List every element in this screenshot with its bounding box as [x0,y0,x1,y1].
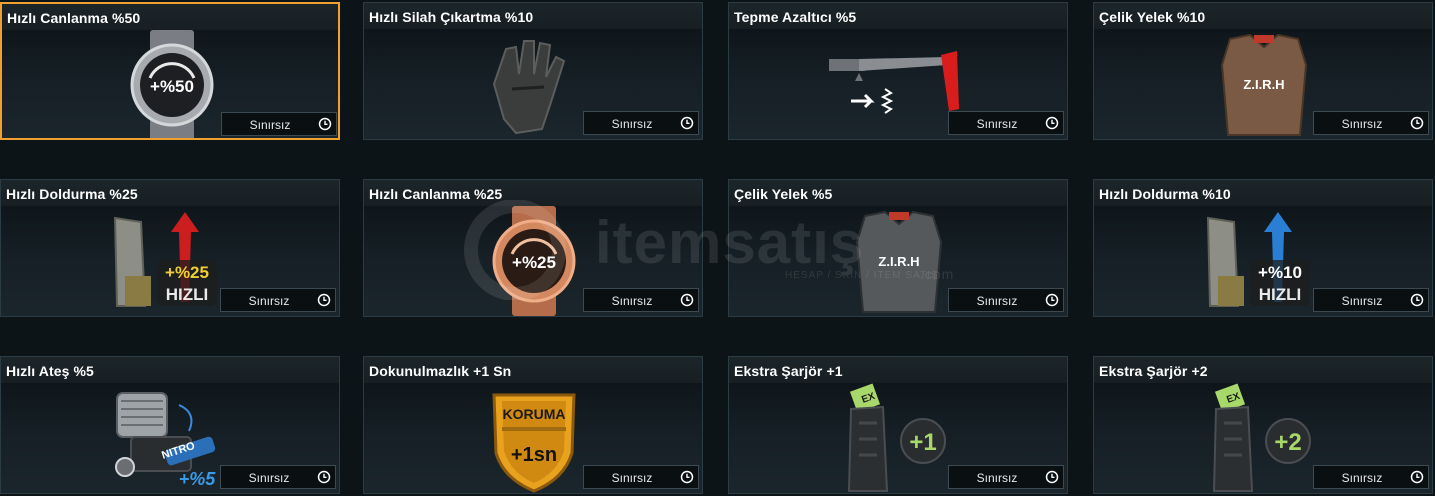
clock-icon [1410,293,1424,307]
clock-icon [317,293,331,307]
item-card[interactable]: Ekstra Şarjör +2 EX +2 Sınırsız [1093,356,1433,494]
duration-label: Sınırsız [976,117,1018,131]
engine-label: +%5 [179,469,217,489]
duration-label: Sınırsız [1341,471,1383,485]
clock-icon [317,470,331,484]
duration-badge: Sınırsız [948,288,1064,312]
item-title: Çelik Yelek %10 [1099,9,1206,25]
duration-badge: Sınırsız [1313,465,1429,489]
item-title: Hızlı Silah Çıkartma %10 [369,9,534,25]
card-header: Dokunulmazlık +1 Sn [364,357,702,383]
item-title: Hızlı Canlanma %25 [369,186,503,202]
card-header: Hızlı Canlanma %25 [364,180,702,206]
duration-badge: Sınırsız [1313,111,1429,135]
item-title: Çelik Yelek %5 [734,186,833,202]
duration-label: Sınırsız [611,471,653,485]
magazine-label: +1 [909,429,936,456]
boost-sublabel: HIZLI [166,285,209,304]
duration-badge: Sınırsız [1313,288,1429,312]
item-card[interactable]: Tepme Azaltıcı %5 Sınırsız [728,2,1068,140]
shield-sublabel: +1sn [511,444,557,466]
duration-label: Sınırsız [976,294,1018,308]
card-header: Ekstra Şarjör +1 [729,357,1067,383]
card-header: Çelik Yelek %5 [729,180,1067,206]
duration-badge: Sınırsız [948,465,1064,489]
watch-label: +%50 [150,77,194,96]
duration-badge: Sınırsız [948,111,1064,135]
boost-sublabel: HIZLI [1259,285,1302,304]
duration-label: Sınırsız [976,471,1018,485]
item-card[interactable]: Hızlı Ateş %5 NITRO +%5 Sınırsız [0,356,340,494]
vest-label: Z.I.R.H [878,254,919,269]
clock-icon [1045,470,1059,484]
clock-icon [318,117,332,131]
item-card[interactable]: Dokunulmazlık +1 Sn KORUMA +1sn Sınırsız [363,356,703,494]
clock-icon [1410,116,1424,130]
card-header: Hızlı Silah Çıkartma %10 [364,3,702,29]
duration-badge: Sınırsız [220,465,336,489]
item-title: Hızlı Canlanma %50 [7,10,141,26]
item-card[interactable]: Ekstra Şarjör +1 EX +1 Sınırsız [728,356,1068,494]
item-card[interactable]: Çelik Yelek %10 Z.I.R.H Sınırsız [1093,2,1433,140]
item-title: Hızlı Doldurma %25 [6,186,138,202]
card-header: Tepme Azaltıcı %5 [729,3,1067,29]
item-card[interactable]: Hızlı Doldurma %10 +%10 HIZLI Sınırsız [1093,179,1433,317]
card-header: Hızlı Doldurma %25 [1,180,339,206]
item-card[interactable]: Hızlı Doldurma %25 +%25 HIZLI Sınırsız [0,179,340,317]
item-title: Ekstra Şarjör +2 [1099,363,1208,379]
card-header: Hızlı Canlanma %50 [2,4,338,30]
clock-icon [680,470,694,484]
item-card[interactable]: Hızlı Silah Çıkartma %10 Sınırsız [363,2,703,140]
duration-label: Sınırsız [248,294,290,308]
duration-badge: Sınırsız [583,288,699,312]
clock-icon [1045,116,1059,130]
item-card[interactable]: Hızlı Canlanma %50 +%50 Sınırsız [0,2,340,140]
item-title: Ekstra Şarjör +1 [734,363,843,379]
duration-badge: Sınırsız [583,111,699,135]
watch-label: +%25 [512,253,556,272]
duration-badge: Sınırsız [583,465,699,489]
item-title: Hızlı Ateş %5 [6,363,94,379]
shield-label: KORUMA [503,406,566,422]
duration-badge: Sınırsız [220,288,336,312]
clock-icon [680,116,694,130]
duration-badge: Sınırsız [221,112,337,136]
duration-label: Sınırsız [611,294,653,308]
card-header: Hızlı Ateş %5 [1,357,339,383]
item-title: Dokunulmazlık +1 Sn [369,363,512,379]
duration-label: Sınırsız [248,471,290,485]
item-title: Tepme Azaltıcı %5 [734,9,857,25]
item-title: Hızlı Doldurma %10 [1099,186,1231,202]
item-card[interactable]: Hızlı Canlanma %25 +%25 Sınırsız [363,179,703,317]
duration-label: Sınırsız [1341,294,1383,308]
card-header: Çelik Yelek %10 [1094,3,1432,29]
duration-label: Sınırsız [1341,117,1383,131]
magazine-label: +2 [1274,429,1301,456]
clock-icon [1045,293,1059,307]
boost-label: +%25 [165,263,209,282]
card-header: Hızlı Doldurma %10 [1094,180,1432,206]
boost-label: +%10 [1258,263,1302,282]
clock-icon [680,293,694,307]
card-header: Ekstra Şarjör +2 [1094,357,1432,383]
duration-label: Sınırsız [611,117,653,131]
duration-label: Sınırsız [249,118,291,132]
vest-label: Z.I.R.H [1243,77,1284,92]
item-card[interactable]: Çelik Yelek %5 Z.I.R.H Sınırsız [728,179,1068,317]
clock-icon [1410,470,1424,484]
